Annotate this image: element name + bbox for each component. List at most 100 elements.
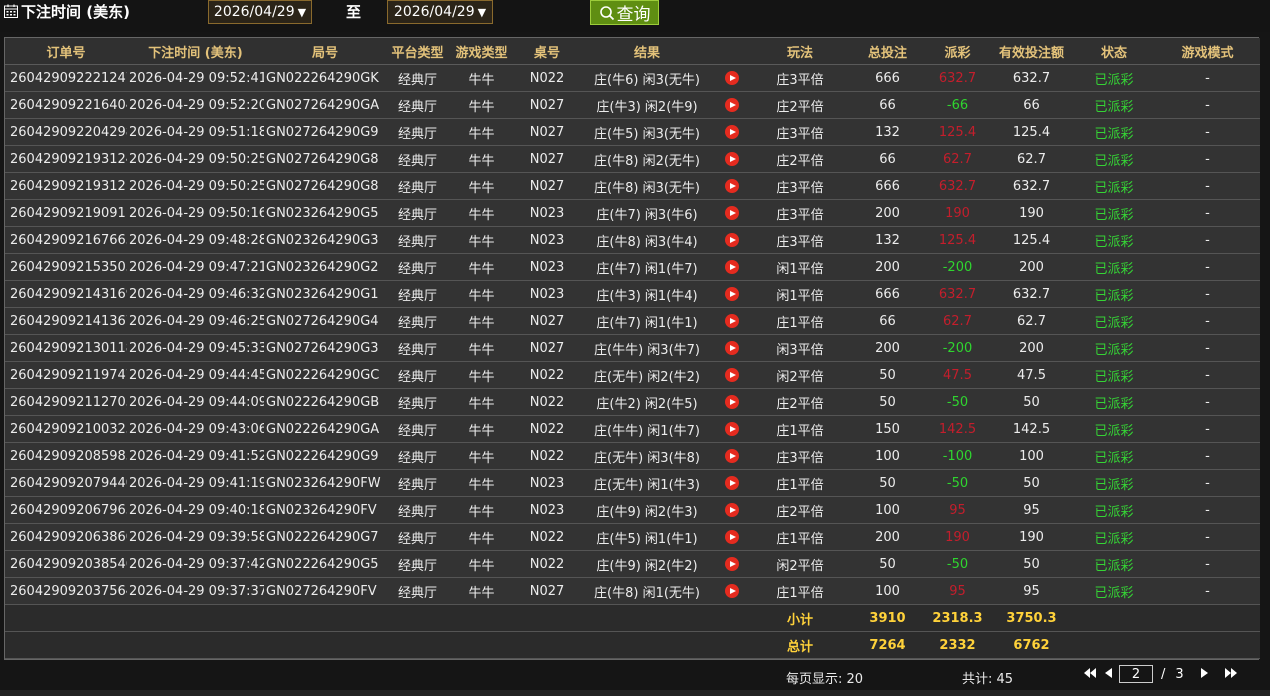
play-video-icon[interactable] [725, 584, 739, 598]
first-page-icon[interactable] [1083, 667, 1097, 681]
table-number-cell: N027 [514, 145, 580, 173]
order-cell: 260429092100325 [5, 415, 127, 443]
video-cell [714, 442, 750, 470]
video-cell [714, 280, 750, 308]
bet-type-cell: 闲2平倍 [750, 550, 850, 578]
platform-cell: 经典厅 [386, 361, 449, 389]
platform-cell: 经典厅 [386, 91, 449, 119]
from-date-select[interactable]: 2026/04/29 ▼ [208, 0, 312, 24]
valid-bet-cell: 190 [990, 523, 1073, 551]
round-cell: GN022264290G7 [264, 523, 386, 551]
table-row: 260429092167665 2026-04-29 09:48:28 GN0232… [5, 226, 1260, 254]
next-page-icon[interactable] [1198, 667, 1212, 681]
bet-type-cell: 庄1平倍 [750, 415, 850, 443]
play-video-icon[interactable] [725, 503, 739, 517]
play-video-icon[interactable] [725, 260, 739, 274]
play-video-icon[interactable] [725, 233, 739, 247]
play-video-icon[interactable] [725, 179, 739, 193]
play-video-icon[interactable] [725, 476, 739, 490]
game-mode-cell: - [1155, 550, 1260, 578]
result-cell: 庄(牛牛) 闲3(牛7) [580, 334, 714, 362]
valid-bet-cell: 142.5 [990, 415, 1073, 443]
platform-cell: 经典厅 [386, 307, 449, 335]
table-row: 260429092067963 2026-04-29 09:40:18 GN0232… [5, 496, 1260, 524]
col-header-mode: 游戏模式 [1155, 38, 1260, 65]
play-video-icon[interactable] [725, 125, 739, 139]
valid-bet-cell: 62.7 [990, 307, 1073, 335]
payout-cell: 95 [925, 577, 990, 605]
result-cell: 庄(牛3) 闲2(牛9) [580, 91, 714, 119]
col-header-payout: 派彩 [925, 38, 990, 65]
round-cell: GN023264290G2 [264, 253, 386, 281]
game-type-cell: 牛牛 [449, 550, 514, 578]
game-type-cell: 牛牛 [449, 334, 514, 362]
total-bet-cell: 50 [850, 361, 925, 389]
result-cell: 庄(牛9) 闲2(牛3) [580, 496, 714, 524]
payout-cell: 125.4 [925, 118, 990, 146]
dropdown-arrow-icon: ▼ [297, 5, 307, 19]
payout-cell: -50 [925, 469, 990, 497]
status-cell: 已派彩 [1073, 253, 1155, 281]
game-mode-cell: - [1155, 577, 1260, 605]
bet-type-cell: 庄2平倍 [750, 91, 850, 119]
result-cell: 庄(牛7) 闲1(牛1) [580, 307, 714, 335]
platform-cell: 经典厅 [386, 226, 449, 254]
platform-cell: 经典厅 [386, 334, 449, 362]
col-header-bet-type: 玩法 [750, 38, 850, 65]
bet-time-cell: 2026-04-29 09:41:52 [127, 442, 264, 470]
table-row: 260429092221247 2026-04-29 09:52:41 GN0222… [5, 64, 1260, 92]
query-button[interactable]: 查询 [590, 0, 659, 25]
play-video-icon[interactable] [725, 530, 739, 544]
play-video-icon[interactable] [725, 395, 739, 409]
game-type-cell: 牛牛 [449, 253, 514, 281]
video-cell [714, 199, 750, 227]
status-cell: 已派彩 [1073, 226, 1155, 254]
col-header-result: 结果 [580, 38, 714, 65]
table-header-row: 订单号 下注时间 (美东) 局号 平台类型 游戏类型 桌号 结果 玩法 总投注 … [5, 38, 1260, 65]
round-cell: GN022264290GA [264, 415, 386, 443]
table-row: 260429092216404 2026-04-29 09:52:20 GN0272… [5, 91, 1260, 119]
game-mode-cell: - [1155, 199, 1260, 227]
play-video-icon[interactable] [725, 557, 739, 571]
bet-type-cell: 庄3平倍 [750, 226, 850, 254]
video-cell [714, 361, 750, 389]
last-page-icon[interactable] [1224, 667, 1238, 681]
play-video-icon[interactable] [725, 206, 739, 220]
status-cell: 已派彩 [1073, 64, 1155, 92]
valid-bet-cell: 200 [990, 253, 1073, 281]
play-video-icon[interactable] [725, 152, 739, 166]
bottom-strip [0, 690, 1270, 696]
status-cell: 已派彩 [1073, 442, 1155, 470]
game-mode-cell: - [1155, 442, 1260, 470]
game-mode-cell: - [1155, 145, 1260, 173]
bet-type-cell: 庄3平倍 [750, 199, 850, 227]
play-video-icon[interactable] [725, 341, 739, 355]
order-cell: 260429092153505 [5, 253, 127, 281]
page-number-input[interactable] [1119, 665, 1153, 683]
play-video-icon[interactable] [725, 422, 739, 436]
play-video-icon[interactable] [725, 71, 739, 85]
play-video-icon[interactable] [725, 287, 739, 301]
to-date-select[interactable]: 2026/04/29 ▼ [387, 0, 493, 24]
round-cell: GN027264290G3 [264, 334, 386, 362]
round-cell: GN022264290G5 [264, 550, 386, 578]
status-cell: 已派彩 [1073, 388, 1155, 416]
table-row: 260429092085983 2026-04-29 09:41:52 GN0222… [5, 442, 1260, 470]
platform-cell: 经典厅 [386, 415, 449, 443]
bet-time-cell: 2026-04-29 09:50:25 [127, 172, 264, 200]
valid-bet-cell: 100 [990, 442, 1073, 470]
play-video-icon[interactable] [725, 314, 739, 328]
bet-time-cell: 2026-04-29 09:44:09 [127, 388, 264, 416]
play-video-icon[interactable] [725, 98, 739, 112]
result-cell: 庄(牛8) 闲2(无牛) [580, 145, 714, 173]
play-video-icon[interactable] [725, 449, 739, 463]
prev-page-icon[interactable] [1101, 667, 1115, 681]
subtotal-label: 小计 [750, 604, 850, 632]
search-icon [599, 5, 614, 20]
order-cell: 260429092167665 [5, 226, 127, 254]
platform-cell: 经典厅 [386, 64, 449, 92]
valid-bet-cell: 66 [990, 91, 1073, 119]
table-number-cell: N022 [514, 550, 580, 578]
payout-cell: -50 [925, 388, 990, 416]
play-video-icon[interactable] [725, 368, 739, 382]
